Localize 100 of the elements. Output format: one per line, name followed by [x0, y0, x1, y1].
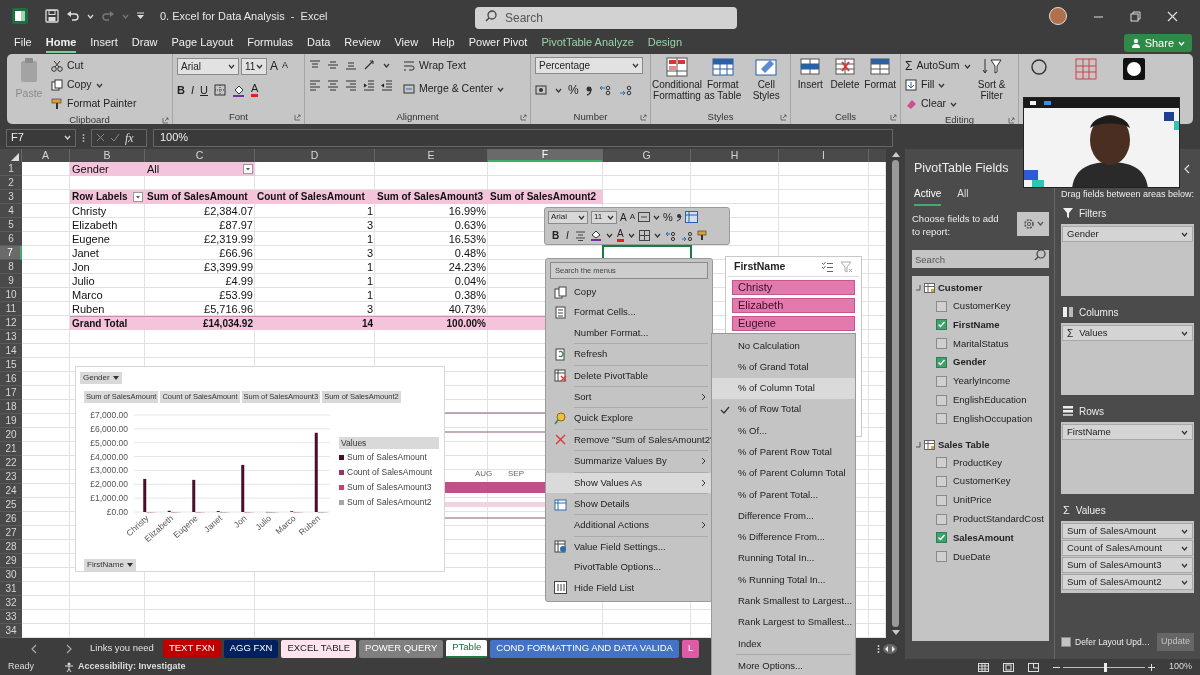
grow-font-button[interactable]: A [269, 57, 279, 75]
clear-button[interactable]: Clear [905, 95, 971, 113]
menu-item[interactable]: Running Total In... [712, 547, 855, 570]
row-header[interactable]: 13 [0, 330, 22, 344]
menu-item[interactable]: Refresh [546, 344, 712, 365]
menu-item[interactable]: Summarize Values By [546, 451, 712, 472]
ribbon-button[interactable]: Insert [795, 57, 826, 110]
area-field[interactable]: Σ Values [1062, 325, 1194, 341]
row-header[interactable]: 31 [0, 582, 22, 596]
row-header[interactable]: 7 [0, 246, 22, 260]
menu-item[interactable]: % of Parent Row Total [712, 441, 855, 463]
font-name-dropdown[interactable]: Arial [548, 210, 588, 224]
chart-axis-button[interactable]: FirstName [84, 559, 136, 571]
italic-button[interactable]: I [564, 228, 571, 244]
menu-item[interactable]: % Running Total In... [712, 569, 855, 591]
merge-center-button[interactable]: Merge & Center [403, 80, 505, 98]
ribbon-button[interactable]: Format as Table [703, 57, 743, 110]
menu-item[interactable]: Delete PivotTable [546, 365, 712, 386]
menu-tab[interactable]: Page Layout [171, 33, 234, 53]
percent-button[interactable]: % [568, 81, 579, 99]
ribbon-button[interactable]: Format [864, 57, 896, 110]
slicer-item[interactable]: Elizabeth [732, 298, 855, 313]
row-header[interactable]: 26 [0, 512, 22, 526]
row-header[interactable]: 8 [0, 260, 22, 274]
menu-tab[interactable]: Data [307, 33, 331, 53]
menu-tab[interactable]: Draw [131, 33, 158, 53]
row-header[interactable]: 6 [0, 232, 22, 246]
menu-item[interactable]: Sort [546, 386, 712, 408]
menu-item[interactable]: % Difference From... [712, 526, 855, 548]
row-header[interactable]: 23 [0, 470, 22, 484]
wrap-text-button[interactable]: Wrap Text [403, 57, 505, 75]
row-header[interactable]: 28 [0, 540, 22, 554]
menu-item[interactable]: PivotTable Options... [546, 557, 712, 578]
menu-item[interactable]: Additional Actions [546, 515, 712, 536]
font-size-dropdown[interactable]: 11 [591, 210, 617, 224]
pane-tab[interactable]: All [957, 185, 969, 206]
menu-item[interactable]: More Options... [712, 655, 855, 675]
menu-item[interactable]: No Calculation [712, 335, 855, 357]
row-header[interactable]: 9 [0, 274, 22, 288]
row-header[interactable]: 19 [0, 414, 22, 428]
cut-button[interactable]: Cut [51, 57, 137, 75]
area-field[interactable]: Sum of SalesAmount [1062, 523, 1194, 539]
share-button[interactable]: Share [1123, 34, 1192, 52]
underline-button[interactable]: U [200, 82, 208, 99]
bold-button[interactable]: B [177, 82, 185, 99]
menu-item[interactable]: Difference From... [712, 505, 855, 527]
menu-item[interactable]: % of Grand Total [712, 356, 855, 378]
menu-item[interactable]: Copy [546, 282, 712, 303]
autosum-button[interactable]: Σ AutoSum [905, 57, 971, 75]
number-format-dropdown[interactable]: Percentage [535, 57, 643, 74]
column-header[interactable]: F [488, 149, 603, 162]
shrink-font-button[interactable]: A [281, 59, 290, 73]
sort-filter-button[interactable]: Sort & Filter [974, 57, 1009, 113]
area-field[interactable]: Sum of SalesAmount2 [1062, 574, 1194, 590]
menu-item[interactable]: Show Values As [546, 472, 712, 493]
sheet-tab[interactable]: PTable [446, 639, 488, 658]
row-header[interactable]: 4 [0, 204, 22, 218]
row-header[interactable]: 21 [0, 442, 22, 456]
formula-input[interactable]: 100% [153, 128, 893, 147]
menu-item[interactable]: Show Details [546, 493, 712, 515]
menu-item[interactable]: % of Row Total [712, 398, 855, 421]
row-header[interactable]: 18 [0, 400, 22, 414]
row-header[interactable]: 2 [0, 176, 22, 190]
menu-tab[interactable]: File [14, 33, 32, 53]
format-painter-button[interactable]: Format Painter [51, 95, 137, 113]
fill-button[interactable]: Fill [905, 76, 971, 94]
row-header[interactable]: 27 [0, 526, 22, 540]
menu-item[interactable]: % of Column Total [712, 377, 855, 399]
menu-item[interactable]: % Of... [712, 420, 855, 442]
ribbon-button[interactable]: Cell Styles [746, 57, 786, 110]
row-header[interactable]: 5 [0, 218, 22, 232]
area-field[interactable]: Gender [1062, 226, 1194, 242]
menu-item[interactable]: Number Format... [546, 322, 712, 344]
sheet-tab[interactable]: AGG FXN [223, 639, 279, 658]
row-header[interactable]: 10 [0, 288, 22, 302]
menu-item[interactable]: Quick Explore [546, 408, 712, 429]
ribbon-button[interactable]: Delete [829, 57, 861, 110]
row-header[interactable]: 20 [0, 428, 22, 442]
menu-item[interactable]: % of Parent Column Total [712, 462, 855, 485]
row-header[interactable]: 32 [0, 596, 22, 610]
sheet-tab[interactable]: POWER QUERY [359, 639, 444, 658]
sheet-tab[interactable]: EXCEL TABLE [281, 639, 357, 658]
menu-item[interactable]: Hide Field List [546, 577, 712, 598]
menu-item[interactable]: Rank Largest to Smallest... [712, 611, 855, 634]
row-header[interactable]: 17 [0, 386, 22, 400]
column-header[interactable]: D [255, 149, 375, 162]
area-field[interactable]: Count of SalesAmount [1062, 540, 1194, 556]
row-header[interactable]: 1 [0, 162, 22, 176]
menu-tab[interactable]: Design [647, 33, 682, 53]
grow-font-button[interactable]: A [620, 209, 627, 225]
menu-item[interactable]: Remove "Sum of SalesAmount2" [546, 429, 712, 451]
column-header[interactable]: I [779, 149, 869, 162]
font-size-dropdown[interactable]: 11 [241, 57, 267, 75]
menu-tab[interactable]: PivotTable Analyze [541, 33, 634, 53]
menu-item[interactable]: Value Field Settings... [546, 536, 712, 558]
row-header[interactable]: 33 [0, 610, 22, 624]
font-name-dropdown[interactable]: Arial [177, 57, 239, 75]
row-header[interactable]: 25 [0, 498, 22, 512]
sheet-tab[interactable]: COND FORMATTING AND DATA VALIDA [490, 639, 679, 658]
menu-item[interactable]: Rank Smallest to Largest... [712, 590, 855, 612]
